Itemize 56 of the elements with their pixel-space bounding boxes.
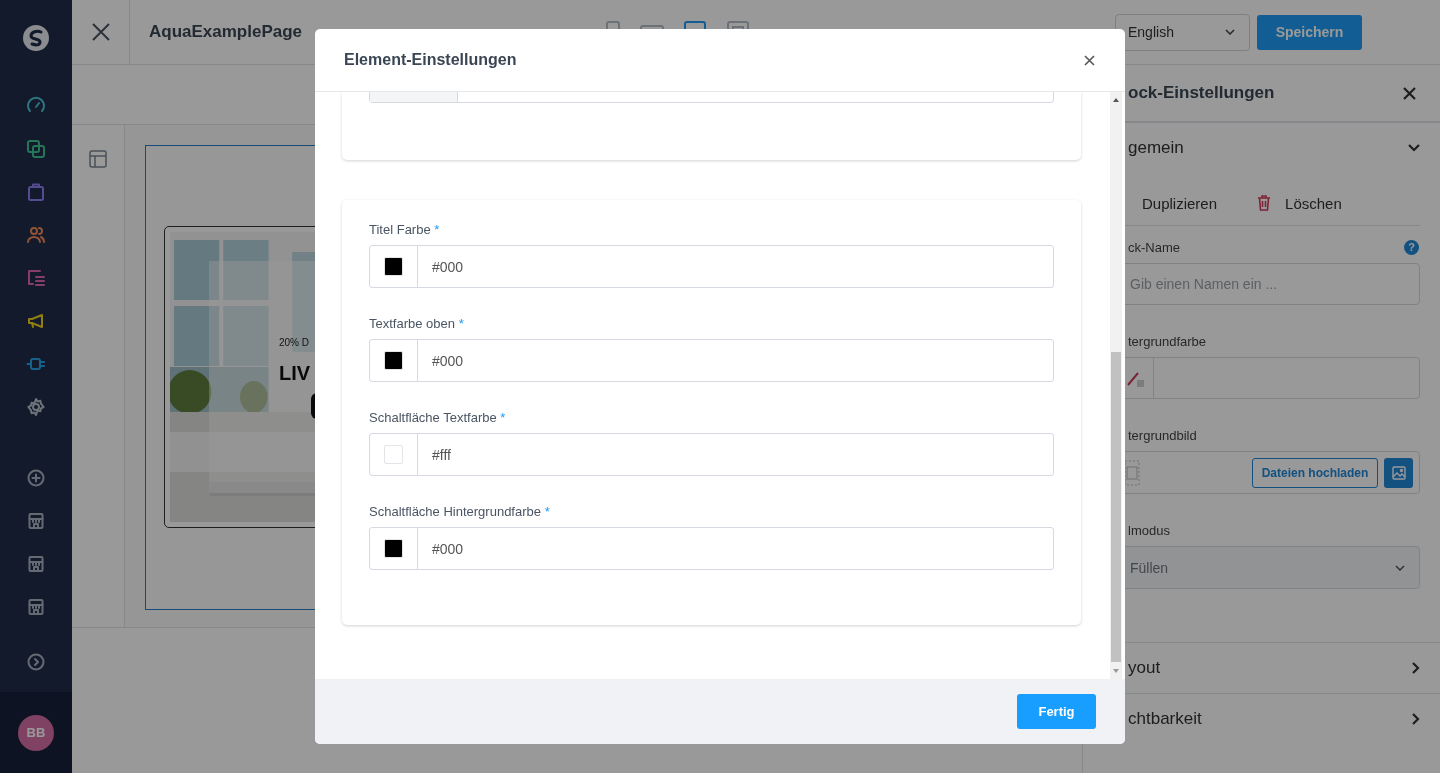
panel-title: ock-Einstellungen: [1128, 83, 1275, 103]
chevron-down-icon[interactable]: [1408, 144, 1420, 152]
close-icon[interactable]: [91, 23, 110, 41]
color-swatch[interactable]: [384, 539, 403, 558]
store-icon[interactable]: [26, 510, 46, 531]
close-icon[interactable]: [1403, 86, 1416, 100]
scroll-down-icon[interactable]: [1110, 668, 1122, 674]
field-label: Textfarbe oben *: [369, 316, 465, 332]
list-icon[interactable]: [26, 267, 46, 288]
image-button[interactable]: [1384, 457, 1413, 488]
field-label: Schaltfläche Hintergrundfarbe *: [369, 504, 551, 520]
field-label: lmodus: [1128, 522, 1170, 538]
color-field[interactable]: #000: [369, 245, 1054, 288]
color-swatch[interactable]: [384, 351, 403, 370]
help-icon[interactable]: ?: [1404, 239, 1419, 255]
field-label: tergrundfarbe: [1128, 333, 1207, 349]
select-value: Füllen: [1130, 559, 1169, 576]
users-icon[interactable]: [26, 224, 46, 245]
store-icon[interactable]: [26, 553, 46, 574]
delete-button[interactable]: Löschen: [1257, 194, 1342, 212]
page-title: AquaExamplePage: [149, 22, 303, 41]
banner-kicker: 20% D: [279, 337, 309, 348]
color-swatch[interactable]: [384, 257, 403, 276]
close-icon[interactable]: [1084, 54, 1095, 66]
bag-icon[interactable]: [26, 181, 46, 202]
copy-icon[interactable]: [26, 138, 46, 159]
banner-heading: LIV: [279, 362, 311, 385]
language-select[interactable]: English: [1115, 13, 1250, 51]
section-title[interactable]: chtbarkeit: [1128, 709, 1202, 729]
field-label: tergrundbild: [1128, 427, 1197, 443]
field-label: Titel Farbe *: [369, 222, 441, 238]
duplicate-button[interactable]: Duplizieren: [1142, 194, 1218, 212]
store-icon[interactable]: [26, 596, 46, 617]
scrollbar[interactable]: [1110, 92, 1122, 679]
image-placeholder-icon: [1124, 459, 1140, 486]
field-label: Schaltfläche Textfarbe *: [369, 410, 507, 426]
chevron-down-icon: [1395, 564, 1405, 571]
expand-icon[interactable]: [26, 651, 46, 672]
color-field[interactable]: #000: [369, 339, 1054, 382]
chevron-down-icon: [1225, 29, 1235, 35]
chevron-right-icon[interactable]: [1412, 713, 1420, 725]
trash-icon: [1257, 195, 1272, 211]
chevron-right-icon[interactable]: [1412, 662, 1420, 674]
scroll-up-icon[interactable]: [1110, 97, 1122, 103]
field-label: ck-Name: [1128, 239, 1180, 255]
color-swatch[interactable]: [384, 445, 403, 464]
color-field[interactable]: #fff: [369, 433, 1054, 476]
image-icon: [1391, 465, 1406, 480]
section-title[interactable]: yout: [1128, 658, 1161, 678]
add-icon[interactable]: [26, 467, 46, 488]
logo-icon[interactable]: [22, 24, 50, 52]
settings-icon[interactable]: [26, 396, 46, 417]
color-field[interactable]: #000: [369, 527, 1054, 570]
section-title[interactable]: gemein: [1128, 138, 1184, 158]
dialog-title: Element-Einstellungen: [344, 51, 517, 69]
layout-icon[interactable]: [89, 150, 107, 168]
